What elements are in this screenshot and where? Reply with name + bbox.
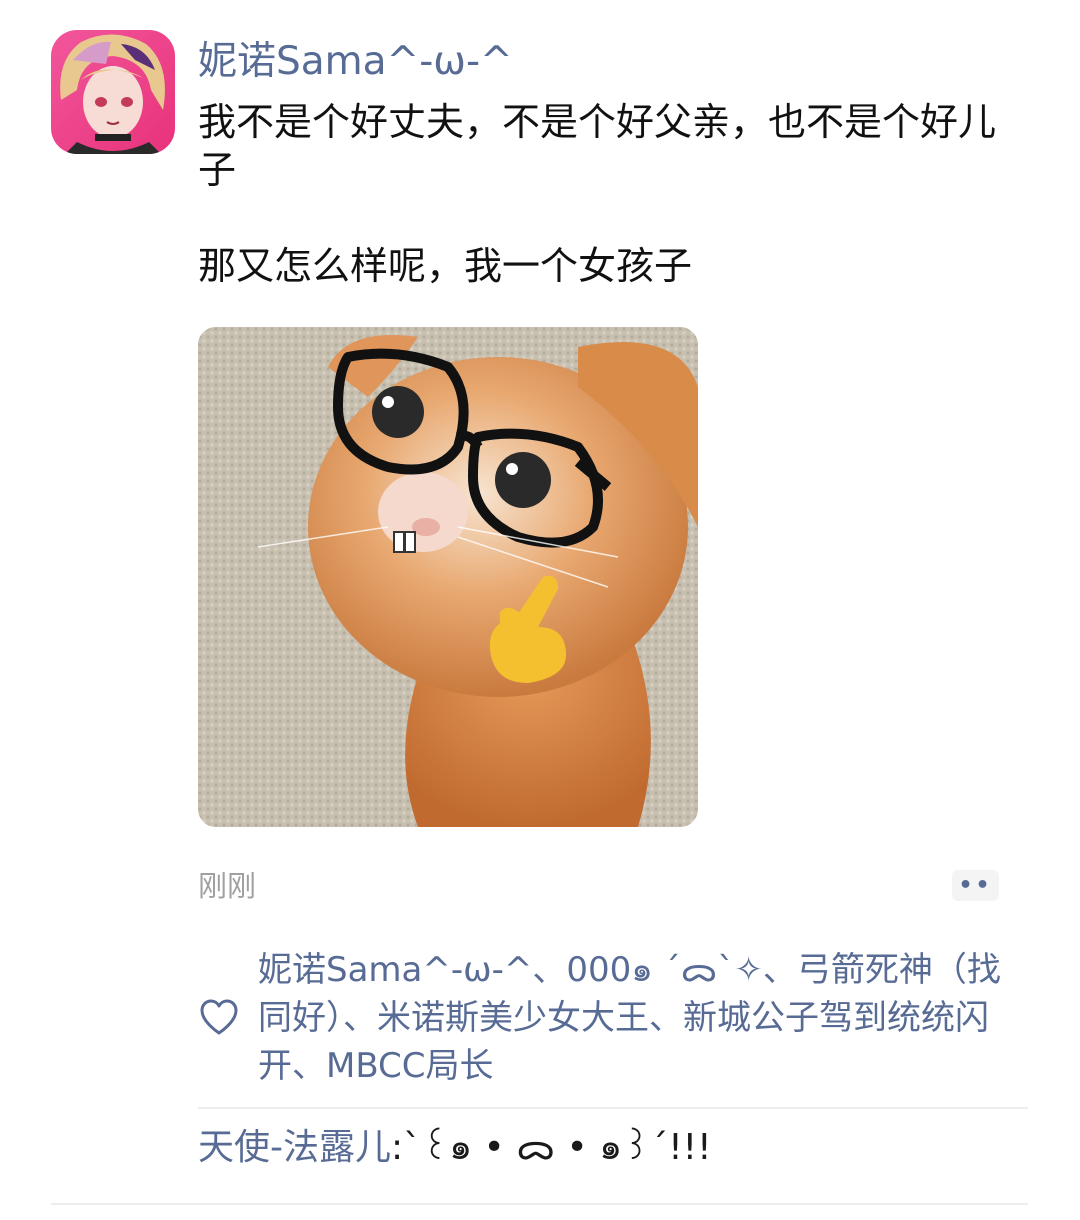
kitten-with-glasses-image (198, 327, 698, 827)
comment-separator: : (391, 1127, 404, 1168)
post-text-line: 那又怎么样呢，我一个女孩子 (198, 244, 693, 288)
likes-list[interactable]: 妮诺Sama^-ω-^、000๑ ˊᯅˋ✧、弓箭死神（找同好）、米诺斯美少女大王… (258, 946, 1028, 1090)
more-button[interactable]: •• (952, 870, 999, 901)
post-timestamp: 刚刚 (198, 869, 257, 903)
more-dots-icon: •• (958, 872, 993, 898)
divider (198, 1107, 1028, 1109)
heart-outline-icon (200, 999, 238, 1035)
comment-author[interactable]: 天使-法露儿 (198, 1127, 391, 1168)
post-image[interactable] (198, 327, 698, 827)
comment-item[interactable]: 天使-法露儿:ˋ꒰๑ • ᯅ • ๑꒱ˊ!!! (198, 1122, 712, 1174)
divider (51, 1203, 1028, 1205)
post-text: 我不是个好丈夫，不是个好父亲，也不是个好儿子 那又怎么样呢，我一个女孩子 (198, 98, 1018, 290)
post-text-line: 我不是个好丈夫，不是个好父亲，也不是个好儿子 (198, 100, 997, 192)
anime-girl-avatar-image (51, 30, 175, 154)
post-author-name[interactable]: 妮诺Sama^-ω-^ (198, 34, 513, 90)
avatar[interactable] (51, 30, 175, 154)
comment-text: ˋ꒰๑ • ᯅ • ๑꒱ˊ!!! (403, 1127, 712, 1168)
